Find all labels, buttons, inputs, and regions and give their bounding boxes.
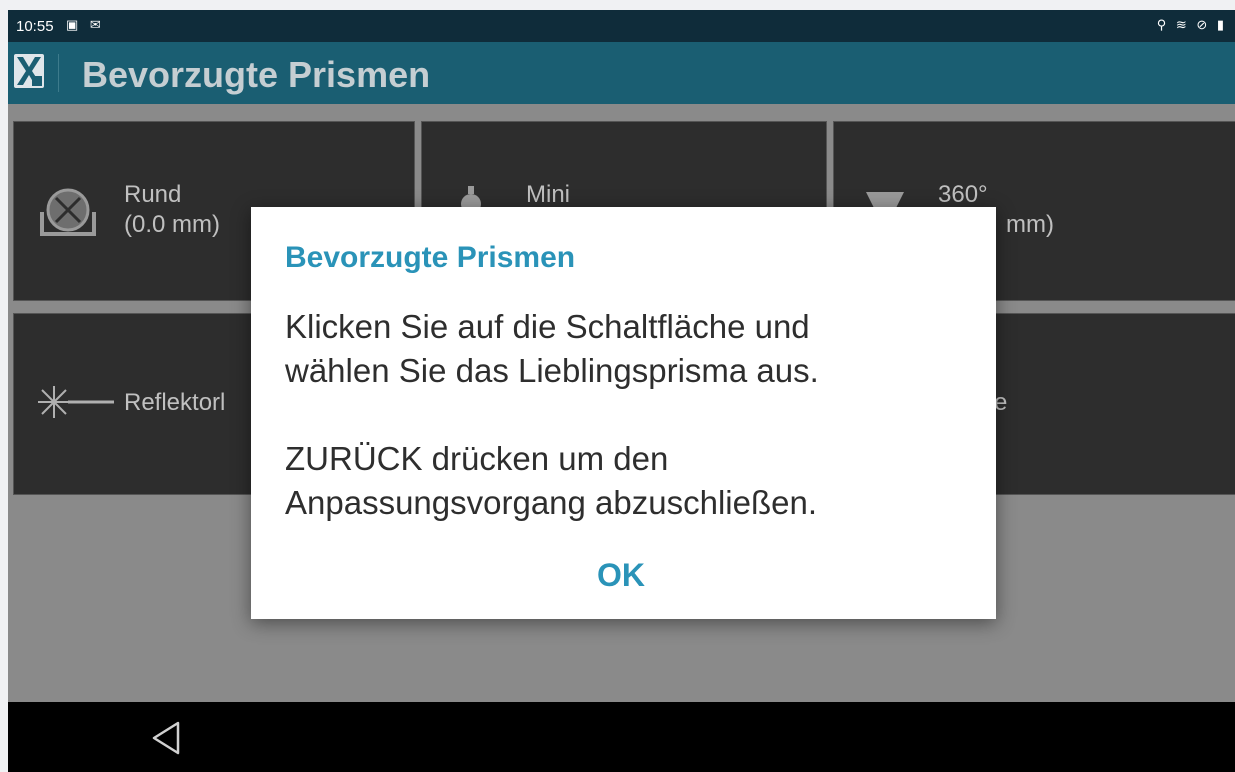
status-time: 10:55	[16, 18, 54, 35]
navigation-bar	[8, 702, 1235, 772]
system-status-icons: ⚲ ≋ ⊘ ▮	[1156, 17, 1227, 32]
device-screen: 10:55 ▣ ✉ ⚲ ≋ ⊘ ▮ Bevorzugte Prismen Run…	[8, 10, 1235, 772]
info-dialog: Bevorzugte Prismen Klicken Sie auf die S…	[251, 207, 996, 619]
dialog-line: wählen Sie das Lieblingsprisma aus.	[285, 352, 819, 389]
dialog-line: Klicken Sie auf die Schaltfläche und	[285, 308, 810, 345]
dialog-line: ZURÜCK drücken um den	[285, 440, 669, 477]
round-prism-icon	[34, 182, 102, 251]
tile-label: Reflektorl	[124, 389, 226, 416]
tile-label: e	[994, 389, 1008, 416]
reflectorless-icon	[34, 382, 114, 427]
app-bar: Bevorzugte Prismen	[8, 42, 1235, 104]
notification-icons: ▣ ✉	[66, 17, 105, 32]
tile-label: Rund	[124, 181, 182, 208]
app-bar-divider	[58, 54, 59, 92]
tile-label: 360°	[938, 181, 988, 208]
page-title: Bevorzugte Prismen	[82, 54, 431, 95]
ok-button[interactable]: OK	[571, 557, 671, 601]
dialog-title: Bevorzugte Prismen	[285, 241, 576, 274]
dialog-line: Anpassungsvorgang abzuschließen.	[285, 484, 818, 521]
app-logo-icon	[14, 54, 44, 88]
dialog-message: Klicken Sie auf die Schaltfläche und wäh…	[285, 305, 965, 525]
tile-sublabel: (0.0 mm)	[124, 211, 220, 238]
tile-label: Mini	[526, 181, 571, 208]
status-bar: 10:55 ▣ ✉ ⚲ ≋ ⊘ ▮	[8, 10, 1235, 42]
back-triangle-icon[interactable]	[148, 720, 184, 761]
